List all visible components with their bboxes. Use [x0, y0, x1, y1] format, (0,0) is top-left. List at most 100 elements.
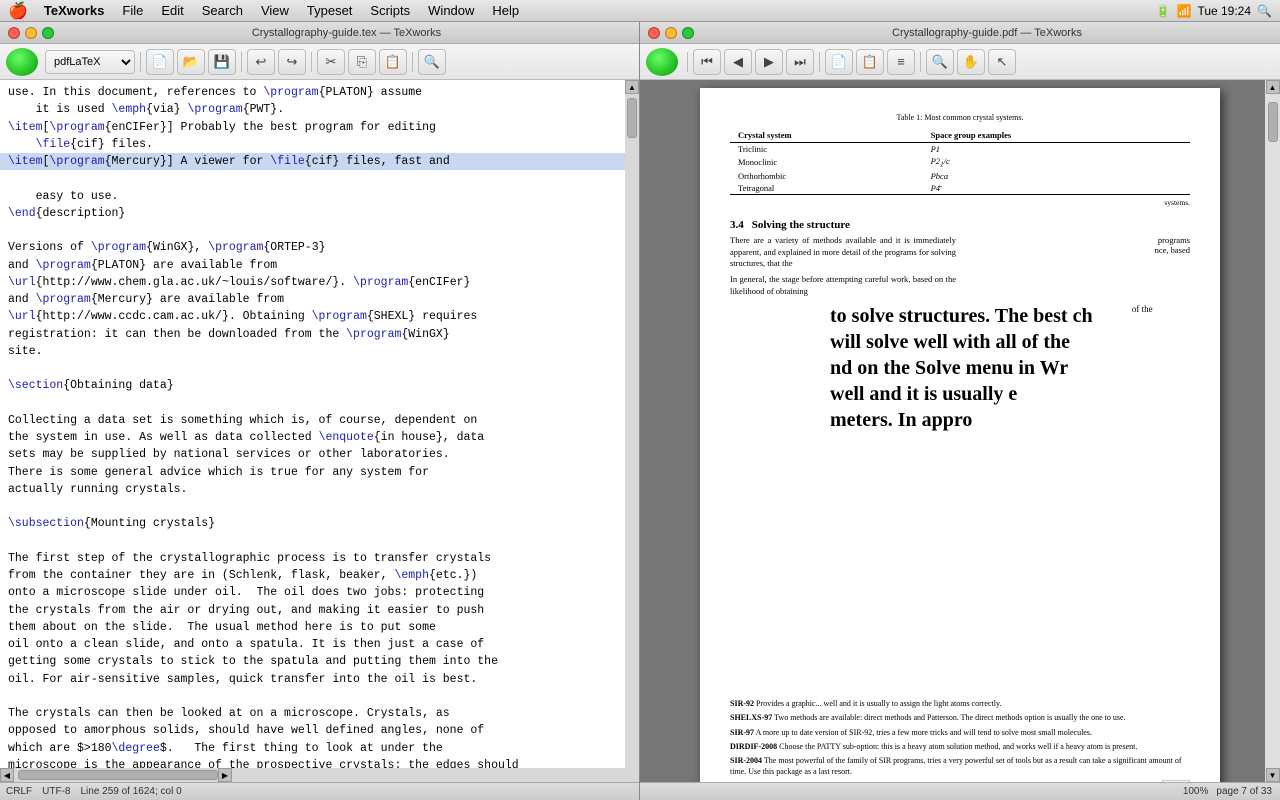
- close-button[interactable]: [8, 27, 20, 39]
- scroll-right-arrow[interactable]: ▶: [218, 768, 232, 782]
- table-row: Tetragonal P4̄: [730, 182, 1190, 195]
- windows-row: Crystallography-guide.tex — TeXworks pdf…: [0, 22, 1280, 800]
- pdf-zoom-button-tool[interactable]: 🔍: [926, 49, 954, 75]
- editor-window-title: Crystallography-guide.tex — TeXworks: [62, 27, 631, 39]
- menu-file[interactable]: File: [114, 2, 151, 19]
- new-file-button[interactable]: 📄: [146, 49, 174, 75]
- save-file-icon: 💾: [214, 54, 230, 70]
- pdf-vscrollbar[interactable]: ▲ ▼: [1265, 80, 1280, 782]
- toolbar-separator-3: [311, 52, 312, 72]
- menu-typeset[interactable]: Typeset: [299, 2, 361, 19]
- pdf-first-page-button[interactable]: ⏮: [693, 49, 721, 75]
- menu-edit[interactable]: Edit: [153, 2, 191, 19]
- menu-scripts[interactable]: Scripts: [362, 2, 418, 19]
- search-icon[interactable]: 🔍: [1257, 4, 1272, 18]
- continuous-icon: ≡: [897, 54, 905, 69]
- pdf-continuous-button[interactable]: ≡: [887, 49, 915, 75]
- pdf-page-container: Table 1: Most common crystal systems. Cr…: [640, 80, 1280, 782]
- table-cell: Monoclinic: [730, 155, 923, 170]
- dirdif-label: DIRDIF-2008: [730, 742, 777, 751]
- zoom-button[interactable]: [42, 27, 54, 39]
- dirdif-entry: DIRDIF-2008 Choose the PATTY sub-option:…: [730, 741, 1190, 752]
- pdf-scroll-thumb[interactable]: [1268, 102, 1278, 142]
- toolbar-separator-2: [241, 52, 242, 72]
- traffic-lights: [8, 27, 54, 39]
- menu-search[interactable]: Search: [194, 2, 251, 19]
- minimize-button[interactable]: [25, 27, 37, 39]
- table-cell: Triclinic: [730, 143, 923, 156]
- sir92-text: Provides a graphic... well and it is usu…: [756, 699, 1001, 708]
- undo-button[interactable]: ↩: [247, 49, 275, 75]
- pdf-last-page-button[interactable]: ⏭: [786, 49, 814, 75]
- pdf-traffic-lights: [648, 27, 694, 39]
- redo-icon: ↪: [287, 54, 298, 70]
- hand-icon: ✋: [963, 54, 979, 70]
- pdf-close-button[interactable]: [648, 27, 660, 39]
- pdf-page: Table 1: Most common crystal systems. Cr…: [700, 88, 1220, 782]
- big-text-line1: to solve structures. The best chof the: [830, 304, 1093, 329]
- pdf-statusbar-right: 100% page 7 of 33: [1183, 786, 1272, 797]
- section-34-intro: There are a variety of methods available…: [730, 235, 956, 271]
- editor-window: Crystallography-guide.tex — TeXworks pdf…: [0, 22, 640, 800]
- pdf-select-button[interactable]: ↖: [988, 49, 1016, 75]
- pdf-window: Crystallography-guide.pdf — TeXworks ⏮ ◀…: [640, 22, 1280, 800]
- editor-hscrollbar[interactable]: ◀ ▶: [0, 768, 639, 782]
- cut-button[interactable]: ✂: [317, 49, 345, 75]
- scroll-left-arrow[interactable]: ◀: [0, 768, 14, 782]
- pdf-hand-tool-button[interactable]: ✋: [957, 49, 985, 75]
- pdf-body: Table 1: Most common crystal systems. Cr…: [640, 80, 1280, 782]
- system-time: Tue 19:24: [1197, 4, 1251, 18]
- pdf-toolbar-sep-2: [819, 52, 820, 72]
- pdf-minimize-button[interactable]: [665, 27, 677, 39]
- sir97-label: SIR-97: [730, 728, 754, 737]
- pdf-page-view-button[interactable]: 📄: [825, 49, 853, 75]
- section-34-left: There are a variety of methods available…: [730, 235, 956, 298]
- menu-window[interactable]: Window: [420, 2, 482, 19]
- table-cell: Tetragonal: [730, 182, 923, 195]
- menu-view[interactable]: View: [253, 2, 297, 19]
- pdf-window-title: Crystallography-guide.pdf — TeXworks: [702, 27, 1272, 39]
- save-file-button[interactable]: 💾: [208, 49, 236, 75]
- find-icon: 🔍: [424, 54, 440, 70]
- menu-help[interactable]: Help: [484, 2, 527, 19]
- prev-page-icon: ◀: [733, 54, 743, 70]
- pdf-zoom-button[interactable]: [682, 27, 694, 39]
- find-button[interactable]: 🔍: [418, 49, 446, 75]
- menu-texworks[interactable]: TeXworks: [36, 2, 112, 19]
- scroll-up-arrow[interactable]: ▲: [625, 80, 639, 94]
- section-34-right: programsnce, based: [964, 235, 1190, 298]
- hscroll-thumb[interactable]: [18, 770, 218, 780]
- pdf-scroll-down[interactable]: ▼: [1266, 768, 1280, 782]
- scroll-thumb[interactable]: [627, 98, 637, 138]
- pdf-prev-page-button[interactable]: ◀: [724, 49, 752, 75]
- dirdif-text: Choose the PATTY sub-option: this is a h…: [779, 742, 1137, 751]
- pdf-go-button[interactable]: [646, 48, 678, 76]
- pdf-table-section: Table 1: Most common crystal systems. Cr…: [730, 113, 1190, 207]
- big-text-overlay: to solve structures. The best chof the w…: [730, 304, 1190, 694]
- pdf-facing-page-button[interactable]: 📋: [856, 49, 884, 75]
- sir92-entry: SIR-92 Provides a graphic... well and it…: [730, 698, 1190, 709]
- pdf-statusbar: 100% page 7 of 33: [640, 782, 1280, 800]
- page-view-icon: 📄: [831, 54, 847, 70]
- pdf-next-page-button[interactable]: ▶: [755, 49, 783, 75]
- next-page-icon: ▶: [764, 54, 774, 70]
- sir2004-text: The most powerful of the family of SIR p…: [730, 756, 1182, 776]
- redo-button[interactable]: ↪: [278, 49, 306, 75]
- section-34-num: 3.4: [730, 219, 744, 231]
- editor-text-area[interactable]: use. In this document, references to \pr…: [0, 80, 625, 768]
- pdf-scroll-up[interactable]: ▲: [1266, 80, 1280, 94]
- menubar: 🍎 TeXworks File Edit Search View Typeset…: [0, 0, 1280, 22]
- open-file-button[interactable]: 📂: [177, 49, 205, 75]
- apple-menu[interactable]: 🍎: [8, 1, 28, 21]
- last-page-icon: ⏭: [794, 54, 806, 70]
- copy-button[interactable]: ⎘: [348, 49, 376, 75]
- table-header-system: Crystal system: [730, 128, 923, 143]
- table-row: Monoclinic P21/c: [730, 155, 1190, 170]
- go-button[interactable]: [6, 48, 38, 76]
- sxgraph-figure: 🧍: [1162, 780, 1190, 782]
- paste-button[interactable]: 📋: [379, 49, 407, 75]
- editor-vscrollbar[interactable]: ▲: [625, 80, 639, 768]
- open-file-icon: 📂: [183, 54, 199, 70]
- typeset-engine-select[interactable]: pdfLaTeX LaTeX XeLaTeX: [45, 50, 135, 74]
- editor-body: use. In this document, references to \pr…: [0, 80, 639, 768]
